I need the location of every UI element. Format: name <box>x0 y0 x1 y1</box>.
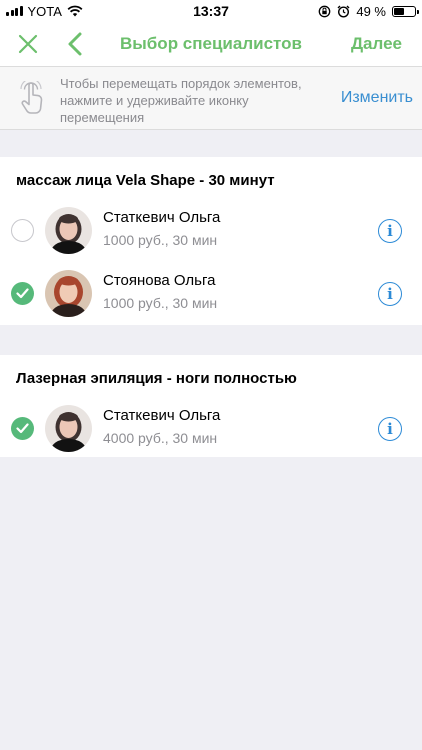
nav-bar: Выбор специалистов Далее <box>0 22 422 66</box>
specialist-price: 1000 руб., 30 мин <box>103 232 218 248</box>
info-glyph: i <box>387 420 393 438</box>
next-button[interactable]: Далее <box>351 34 402 54</box>
battery-percent: 49 % <box>356 3 386 19</box>
alarm-icon <box>337 5 350 18</box>
radio-checked[interactable] <box>11 417 34 440</box>
service-section: массаж лица Vela Shape - 30 минут Статке… <box>0 157 422 325</box>
carrier-label: YOTA <box>27 3 62 19</box>
info-glyph: i <box>387 222 393 240</box>
specialist-row[interactable]: Статкевич Ольга 1000 руб., 30 мин i <box>0 199 422 262</box>
specialist-name: Стоянова Ольга <box>103 272 216 289</box>
touch-hold-icon <box>20 81 43 114</box>
reorder-hint-bar: Чтобы перемещать порядок элементов, нажм… <box>0 66 422 130</box>
service-section: Лазерная эпиляция - ноги полностью Статк… <box>0 355 422 457</box>
edit-button[interactable]: Изменить <box>341 89 413 107</box>
radio-checked[interactable] <box>11 282 34 305</box>
specialist-price: 1000 руб., 30 мин <box>103 295 218 311</box>
info-glyph: i <box>387 285 393 303</box>
battery-icon <box>392 5 419 17</box>
avatar <box>45 207 92 254</box>
specialist-name: Статкевич Ольга <box>103 407 221 424</box>
checkmark-icon <box>16 288 29 299</box>
reorder-hint-text: Чтобы перемещать порядок элементов, нажм… <box>60 76 302 125</box>
specialist-name: Статкевич Ольга <box>103 209 221 226</box>
signal-icon <box>6 6 23 16</box>
status-right: 49 % <box>318 3 419 19</box>
specialist-price: 4000 руб., 30 мин <box>103 430 218 446</box>
avatar <box>45 405 92 452</box>
specialist-row[interactable]: Стоянова Ольга 1000 руб., 30 мин i <box>0 262 422 325</box>
specialist-row[interactable]: Статкевич Ольга 4000 руб., 30 мин i <box>0 397 422 460</box>
avatar <box>45 270 92 317</box>
checkmark-icon <box>16 423 29 434</box>
info-icon[interactable]: i <box>378 417 402 441</box>
service-title: массаж лица Vela Shape - 30 минут <box>16 172 275 189</box>
status-bar: YOTA 13:37 49 % <box>0 0 422 22</box>
battery-level <box>394 7 404 15</box>
radio-unchecked[interactable] <box>11 219 34 242</box>
rotation-lock-icon <box>319 5 331 17</box>
info-icon[interactable]: i <box>378 282 402 306</box>
service-title: Лазерная эпиляция - ноги полностью <box>16 370 297 387</box>
status-left: YOTA <box>6 4 83 19</box>
wifi-icon <box>67 5 83 17</box>
info-icon[interactable]: i <box>378 219 402 243</box>
